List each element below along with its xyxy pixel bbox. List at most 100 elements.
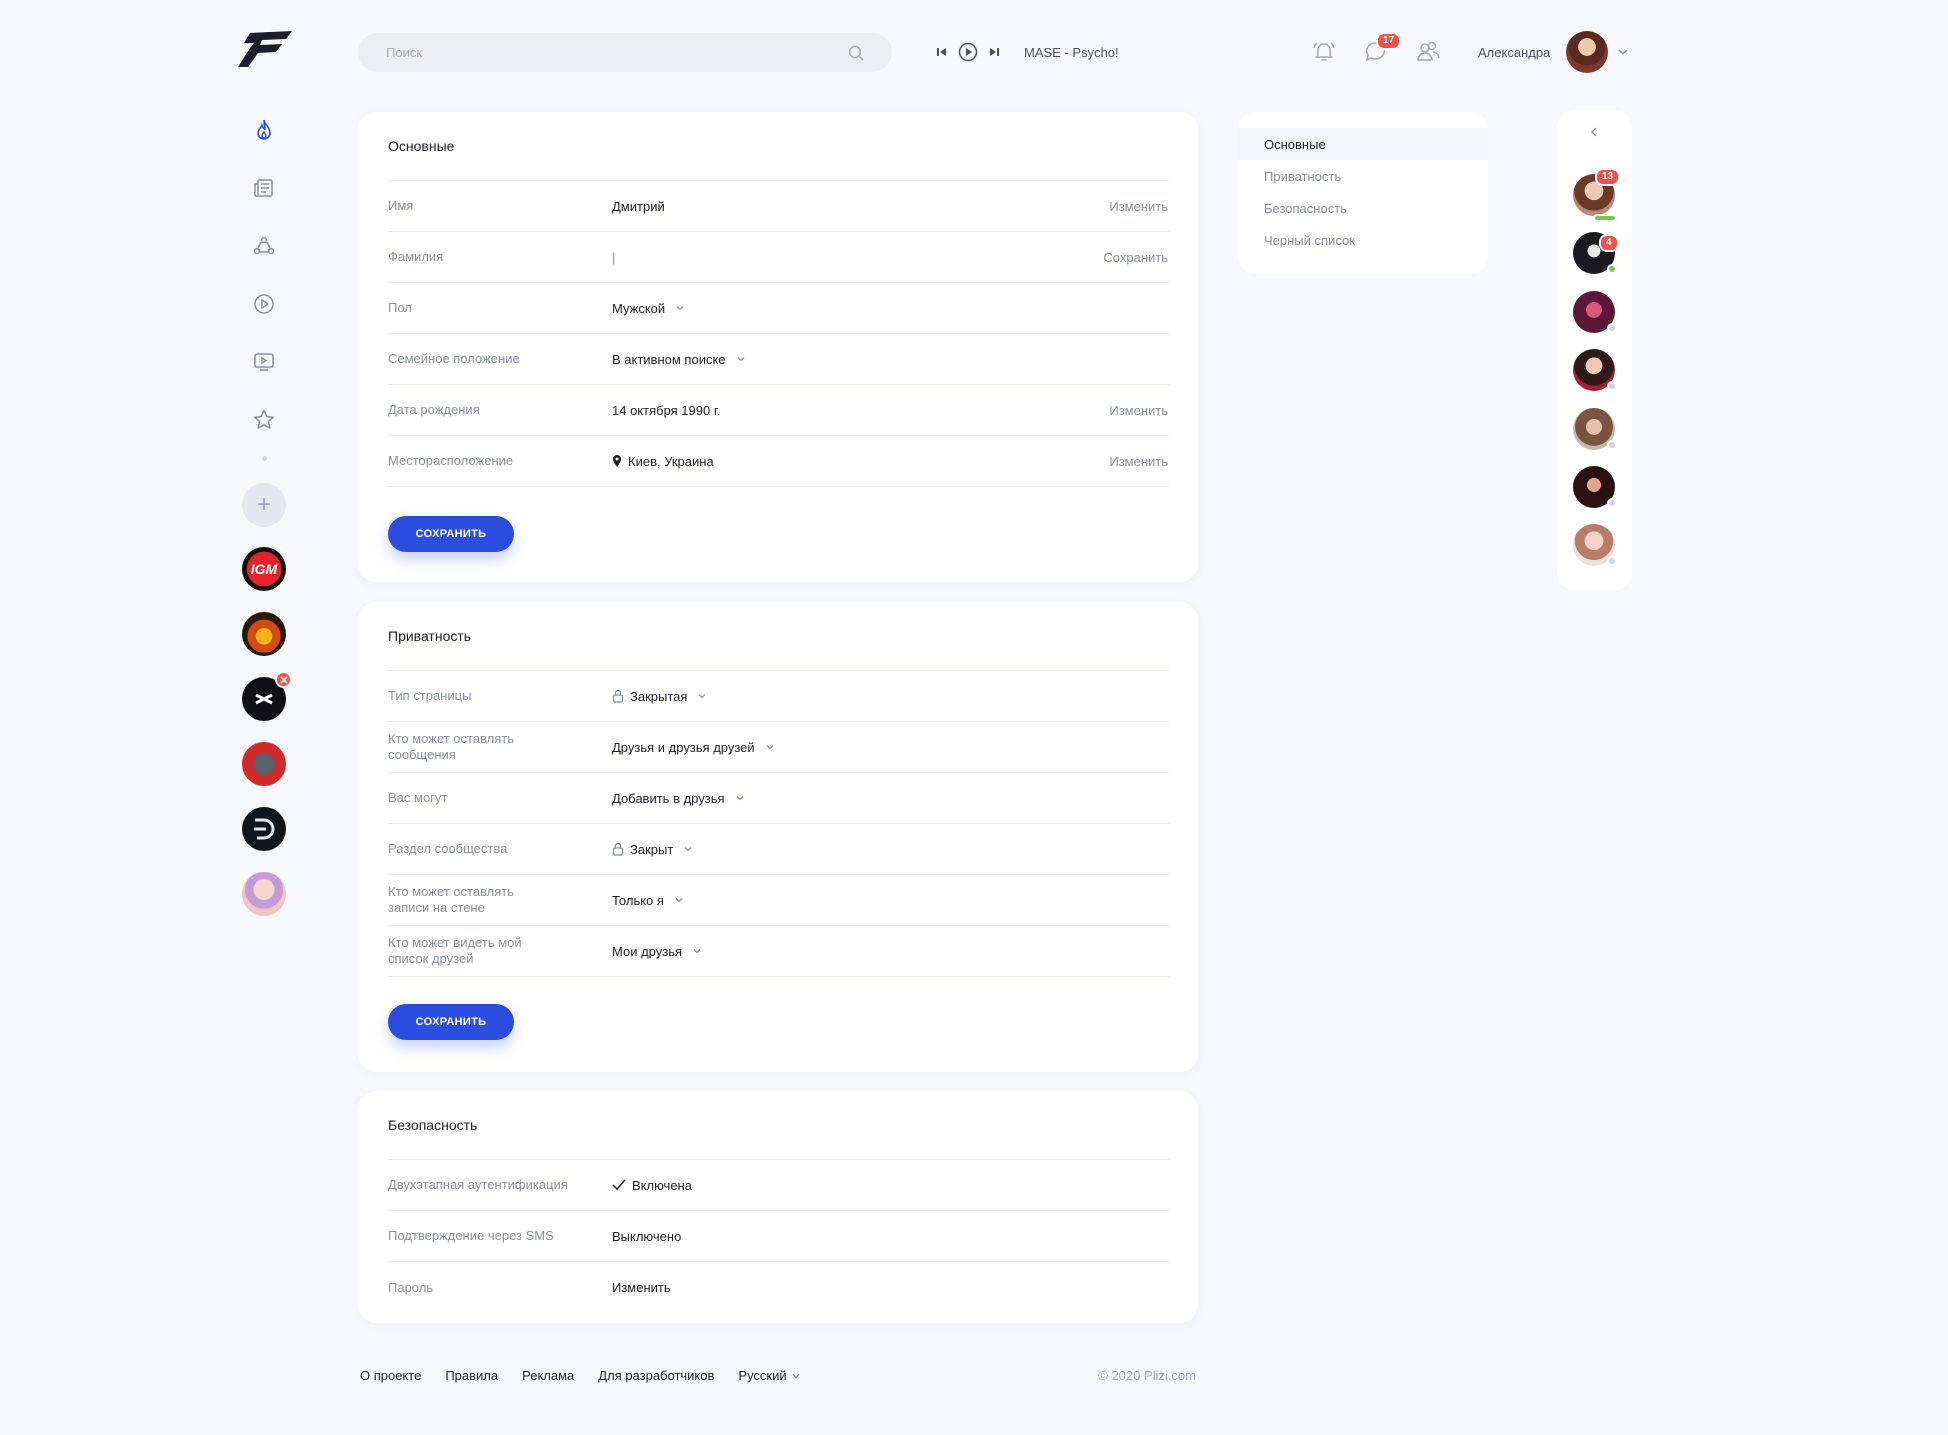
friends-list-value: Мои друзья	[612, 943, 683, 959]
chevron-down-icon	[698, 694, 706, 699]
friend-avatar[interactable]	[1573, 408, 1617, 450]
group-avatar-igm[interactable]: IGM	[242, 547, 286, 591]
friend-request-select[interactable]: Добавить в друзья	[612, 791, 745, 806]
offline-status	[1607, 556, 1617, 566]
favorites-star-icon[interactable]	[242, 398, 286, 442]
chevron-down-icon	[675, 898, 683, 903]
online-status	[1607, 264, 1617, 274]
last-name-field[interactable]: |	[612, 250, 615, 265]
footer-rules-link[interactable]: Правила	[445, 1368, 498, 1383]
footer-developers-link[interactable]: Для разработчиков	[598, 1368, 714, 1383]
friend-avatar[interactable]: 13	[1573, 168, 1621, 222]
language-select[interactable]: Русский	[738, 1368, 800, 1383]
close-icon[interactable]	[275, 671, 292, 688]
friend-unread-badge: 13	[1595, 168, 1621, 186]
group-avatar-x[interactable]	[242, 671, 292, 721]
language-value: Русский	[738, 1368, 787, 1383]
row-label: Двухэтапная аутентификация	[388, 1177, 568, 1192]
edit-birthdate-link[interactable]: Изменить	[1109, 403, 1168, 418]
friends-icon[interactable]	[1412, 36, 1444, 68]
friend-avatar[interactable]	[1573, 291, 1617, 333]
fire-icon[interactable]	[242, 108, 286, 152]
next-track-icon[interactable]	[988, 46, 1000, 58]
offline-status	[1607, 440, 1617, 450]
row-label: Кто может оставлять записи на стене	[388, 884, 515, 915]
relationship-select[interactable]: В активном поиске	[612, 352, 746, 367]
user-avatar[interactable]	[1566, 31, 1609, 73]
search-input[interactable]: Поиск	[358, 33, 892, 72]
group-avatar-d[interactable]	[242, 807, 286, 851]
security-rows: Двухэтапная аутентификация Включена Подт…	[388, 1159, 1170, 1313]
previous-track-icon[interactable]	[936, 46, 948, 58]
row-label: Месторасположение	[388, 453, 514, 468]
gender-row: Пол Мужской	[388, 283, 1170, 334]
lock-icon	[612, 689, 624, 703]
two-factor-toggle[interactable]: Включена	[612, 1178, 692, 1193]
group-avatar-star[interactable]	[242, 612, 286, 656]
row-label: Пол	[388, 300, 412, 315]
community-section-value: Закрыт	[630, 841, 674, 857]
sms-row: Подтверждение через SMS Выключено	[388, 1211, 1170, 1262]
friends-sidebar: 13 4	[1557, 110, 1632, 590]
group-avatar-wolf[interactable]	[242, 742, 286, 786]
footer-links: О проекте Правила Реклама Для разработчи…	[360, 1368, 801, 1383]
messages-permission-value: Друзья и друзья друзей	[612, 739, 755, 755]
row-label: Дата рождения	[388, 402, 480, 417]
communities-icon[interactable]	[242, 224, 286, 268]
menu-item-security[interactable]: Безопасность	[1238, 192, 1488, 224]
change-password-link[interactable]: Изменить	[612, 1280, 671, 1295]
chevron-down-icon	[684, 847, 692, 852]
save-privacy-button[interactable]: СОХРАНИТЬ	[388, 1004, 514, 1040]
tv-icon[interactable]	[242, 340, 286, 384]
menu-item-privacy[interactable]: Приватность	[1238, 160, 1488, 192]
messages-icon[interactable]: 17	[1360, 32, 1402, 68]
app-logo[interactable]	[236, 29, 294, 69]
footer-about-link[interactable]: О проекте	[360, 1368, 421, 1383]
messages-permission-select[interactable]: Друзья и друзья друзей	[612, 740, 775, 755]
friend-avatar[interactable]	[1573, 466, 1617, 508]
edit-first-name-link[interactable]: Изменить	[1109, 199, 1168, 214]
chevron-down-icon	[676, 306, 684, 311]
location-row: Месторасположение Киев, Украина Изменить	[388, 436, 1170, 487]
friend-avatar[interactable]	[1573, 349, 1617, 391]
news-icon[interactable]	[242, 166, 286, 210]
friend-unread-badge: 4	[1599, 234, 1619, 252]
menu-item-basic[interactable]: Основные	[1238, 128, 1488, 160]
video-icon[interactable]	[242, 282, 286, 326]
group-avatar-girl[interactable]	[242, 872, 286, 916]
save-basic-button[interactable]: СОХРАНИТЬ	[388, 516, 514, 552]
edit-location-link[interactable]: Изменить	[1109, 454, 1168, 469]
sms-toggle[interactable]: Выключено	[612, 1229, 681, 1244]
add-group-button[interactable]: +	[242, 483, 286, 527]
friend-avatar[interactable]	[1573, 524, 1617, 566]
search-icon[interactable]	[848, 45, 864, 61]
friend-avatar[interactable]: 4	[1573, 232, 1619, 274]
footer-ads-link[interactable]: Реклама	[522, 1368, 574, 1383]
user-menu[interactable]: Александра	[1478, 31, 1628, 73]
collapse-chevron-icon[interactable]	[1589, 126, 1599, 138]
chevron-down-icon[interactable]	[1618, 47, 1628, 57]
first-name-row: Имя Дмитрий Изменить	[388, 181, 1170, 232]
play-icon[interactable]	[958, 42, 978, 62]
community-section-select[interactable]: Закрыт	[612, 842, 693, 857]
basic-title: Основные	[388, 138, 455, 154]
row-label: Кто может видеть мой список друзей	[388, 935, 522, 966]
check-icon	[612, 1179, 626, 1191]
chevron-down-icon	[693, 949, 701, 954]
friends-list-select[interactable]: Мои друзья	[612, 944, 702, 959]
copyright: © 2020 Plizi.com	[1098, 1368, 1196, 1383]
save-last-name-link[interactable]: Сохранить	[1103, 250, 1168, 265]
gender-select[interactable]: Мужской	[612, 301, 685, 316]
menu-item-blacklist[interactable]: Черный список	[1238, 224, 1488, 256]
offline-status	[1607, 323, 1617, 333]
left-sidebar: + IGM	[242, 108, 292, 937]
first-name-value: Дмитрий	[612, 198, 665, 214]
notifications-icon[interactable]	[1308, 36, 1340, 68]
wall-posts-row: Кто может оставлять записи на стене Толь…	[388, 875, 1170, 926]
row-label: Тип страницы	[388, 688, 472, 703]
page-type-select[interactable]: Закрытая	[612, 689, 707, 704]
wall-posts-select[interactable]: Только я	[612, 893, 684, 908]
page-type-row: Тип страницы Закрытая	[388, 671, 1170, 722]
row-label: Кто может оставлять сообщения	[388, 731, 515, 762]
birthdate-value: 14 октября 1990 г.	[612, 402, 721, 418]
